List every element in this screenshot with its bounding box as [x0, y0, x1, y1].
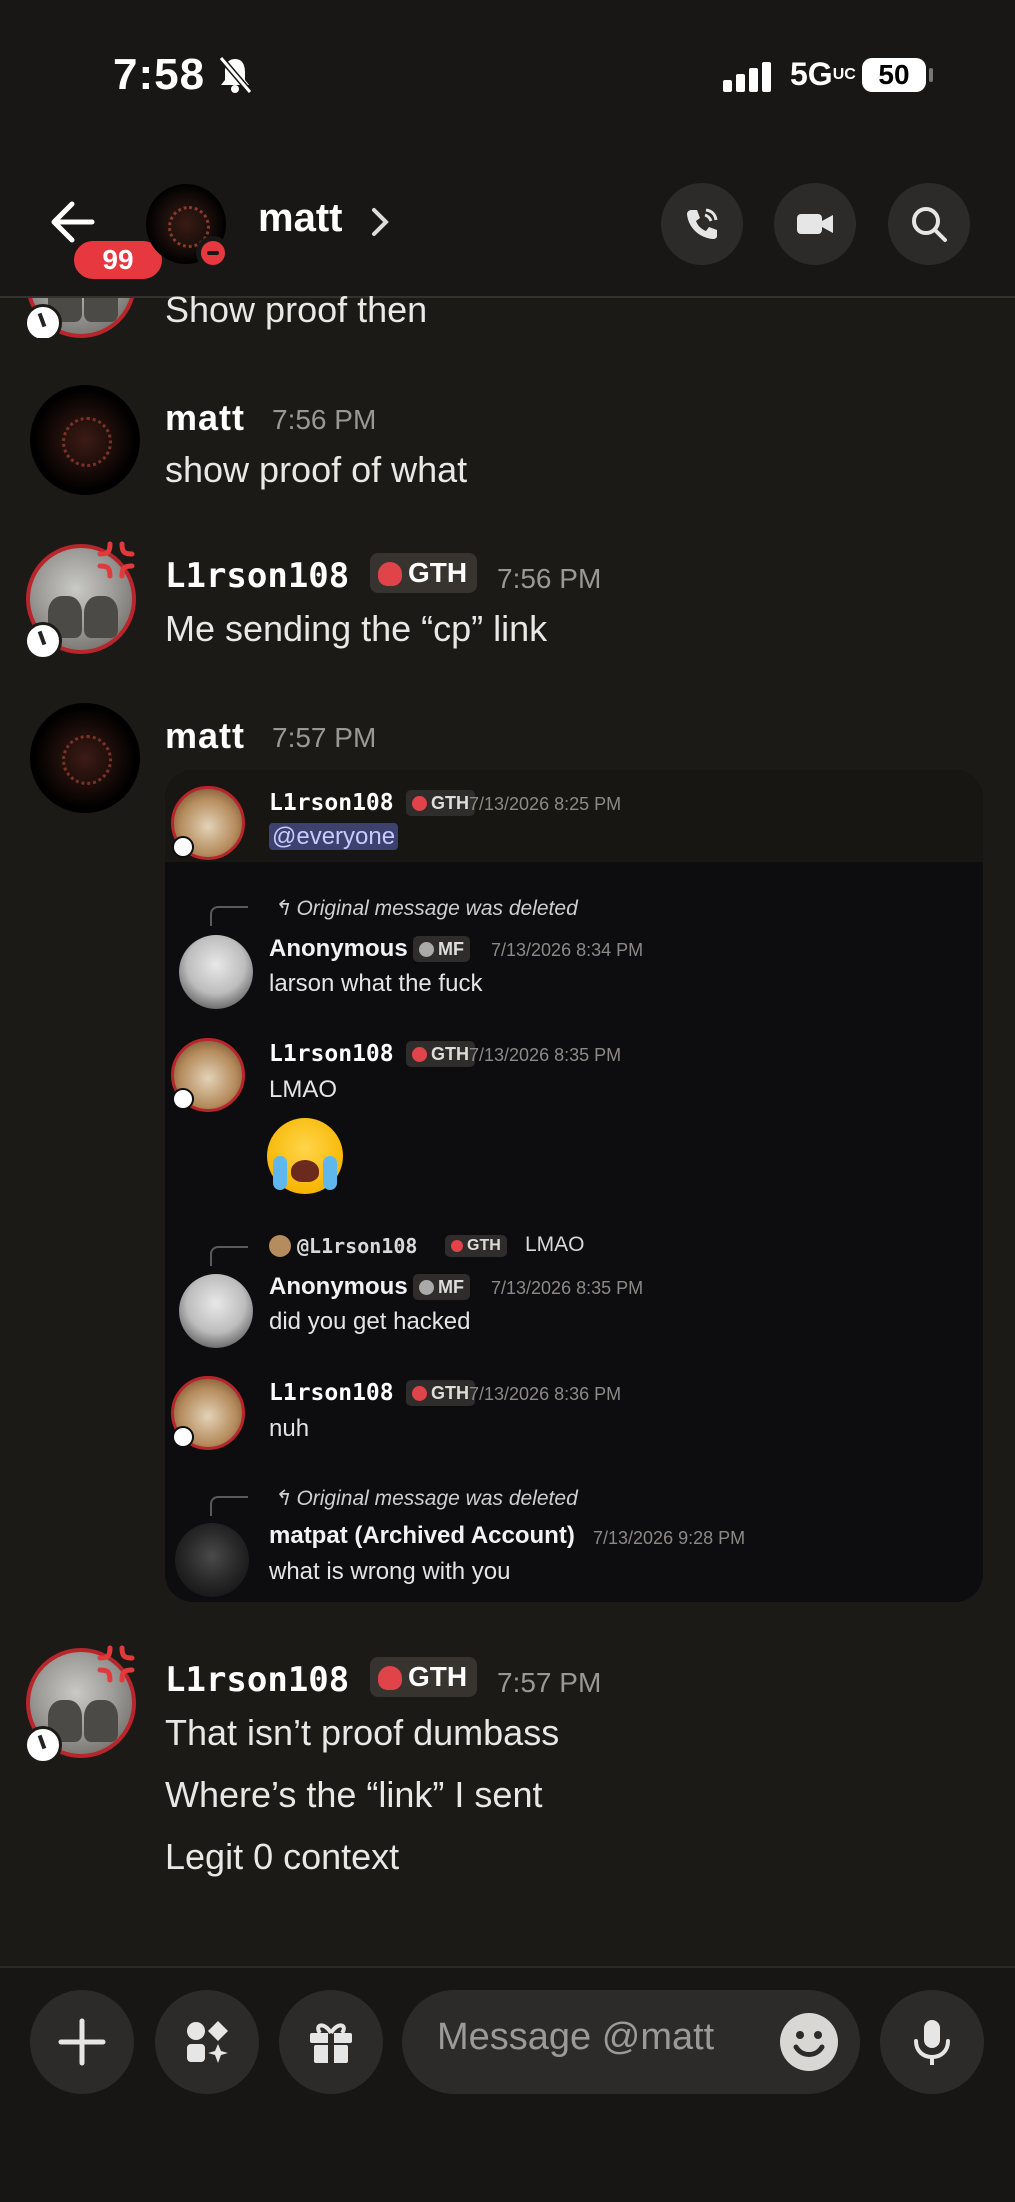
clock-badge-icon	[172, 1088, 194, 1110]
video-call-button[interactable]	[774, 183, 856, 265]
apps-icon	[187, 2021, 228, 2063]
embed-timestamp: 7/13/2026 8:35 PM	[469, 1045, 622, 1065]
message-m0	[0, 298, 1015, 338]
clock-badge-icon	[24, 1726, 62, 1764]
voice-message-button[interactable]	[880, 1990, 984, 2094]
avatar	[179, 935, 253, 1009]
message-timestamp: 7:56 PM	[272, 404, 377, 435]
battery-level: 50	[862, 58, 926, 92]
message-text: Legit 0 context	[165, 1836, 400, 1877]
apps-button[interactable]	[155, 1990, 259, 2094]
reply-line	[210, 1246, 248, 1266]
clock-badge-icon	[172, 1426, 194, 1448]
reply-preview: ↰ Original message was deleted	[273, 897, 578, 920]
mention: @everyone	[269, 823, 399, 851]
battery-tip	[929, 68, 933, 82]
anger-decoration-icon	[97, 541, 135, 579]
emoji-icon[interactable]	[780, 2013, 838, 2071]
embed-author: L1rson108	[269, 1041, 394, 1067]
guild-tag: MF	[413, 1274, 470, 1300]
guild-tag: GTH	[445, 1235, 507, 1257]
reply-preview: ↰ Original message was deleted	[273, 1487, 578, 1510]
microphone-icon	[914, 2020, 950, 2065]
embed-timestamp: 7/13/2026 8:34 PM	[491, 940, 644, 960]
chevron-right-icon[interactable]	[368, 202, 392, 242]
embed-text: nuh	[269, 1415, 310, 1442]
embed-text: LMAO	[269, 1076, 338, 1103]
clock-badge-icon	[24, 622, 62, 660]
embed-author: L1rson108	[269, 1380, 394, 1406]
message-text: show proof of what	[165, 449, 468, 490]
anger-decoration-icon	[97, 1645, 135, 1683]
embed-author: Anonymous	[269, 935, 408, 962]
message-author[interactable]: matt	[165, 715, 245, 757]
embed-author: Anonymous	[269, 1273, 408, 1300]
phone-icon	[687, 208, 718, 239]
avatar[interactable]	[30, 385, 140, 495]
guild-tag: GTH	[406, 1041, 475, 1067]
gift-icon	[310, 2023, 352, 2063]
guild-tag: GTH	[406, 790, 475, 816]
skull-icon	[378, 562, 402, 586]
embed-text: larson what the fuck	[269, 970, 483, 997]
message-author[interactable]: L1rson108	[165, 556, 349, 596]
voice-call-button[interactable]	[661, 183, 743, 265]
message-text: Where’s the “link” I sent	[165, 1774, 543, 1815]
reply-text: LMAO	[525, 1233, 585, 1256]
avatar	[179, 1274, 253, 1348]
reply-line	[210, 1496, 248, 1516]
embed-timestamp: 7/13/2026 8:25 PM	[469, 794, 622, 814]
avatar	[175, 1523, 249, 1597]
guild-tag: MF	[413, 936, 470, 962]
clock-badge-icon	[172, 836, 194, 858]
gift-button[interactable]	[279, 1990, 383, 2094]
clock-badge-icon	[24, 304, 62, 338]
bell-slash-icon	[218, 56, 252, 94]
embed-timestamp: 7/13/2026 9:28 PM	[593, 1528, 746, 1548]
image-attachment[interactable]: L1rson108 GTH 7/13/2026 8:25 PM @everyon…	[165, 770, 983, 1602]
network-type: 5GUC	[790, 56, 856, 92]
message-text: Me sending the “cp” link	[165, 608, 548, 649]
guild-tag: GTH	[370, 553, 478, 593]
embed-text: what is wrong with you	[269, 1558, 511, 1585]
skull-icon	[378, 1666, 402, 1690]
embed-timestamp: 7/13/2026 8:36 PM	[469, 1384, 622, 1404]
embed-text: did you get hacked	[269, 1308, 471, 1335]
reply-author: @L1rson108	[297, 1234, 418, 1258]
add-attachment-button[interactable]	[30, 1990, 134, 2094]
message-author[interactable]: L1rson108	[165, 1660, 349, 1700]
video-camera-icon	[797, 214, 833, 234]
search-icon	[912, 207, 947, 242]
embed-author: L1rson108	[269, 790, 394, 816]
embed-author: matpat (Archived Account)	[269, 1522, 575, 1549]
embed-timestamp: 7/13/2026 8:35 PM	[491, 1278, 644, 1298]
message-text: That isn’t proof dumbass	[165, 1712, 560, 1753]
message-timestamp: 7:57 PM	[497, 1667, 602, 1698]
signal-icon	[723, 62, 775, 92]
guild-tag: GTH	[370, 1657, 478, 1697]
search-button[interactable]	[888, 183, 970, 265]
guild-tag: GTH	[406, 1380, 475, 1406]
loudly-crying-face-icon	[267, 1118, 343, 1194]
avatar[interactable]	[30, 703, 140, 813]
avatar	[269, 1235, 291, 1257]
message-author[interactable]: matt	[165, 397, 245, 439]
status-time: 7:58	[113, 50, 206, 99]
message-timestamp: 7:56 PM	[497, 563, 602, 594]
message-timestamp: 7:57 PM	[272, 722, 377, 753]
message-text: Show proof then	[165, 289, 428, 330]
plus-icon	[58, 2018, 106, 2066]
message-input-placeholder: Message @matt	[437, 2016, 715, 2058]
dnd-status-icon	[196, 236, 230, 270]
channel-title[interactable]: matt	[258, 196, 342, 241]
reply-line	[210, 906, 248, 926]
